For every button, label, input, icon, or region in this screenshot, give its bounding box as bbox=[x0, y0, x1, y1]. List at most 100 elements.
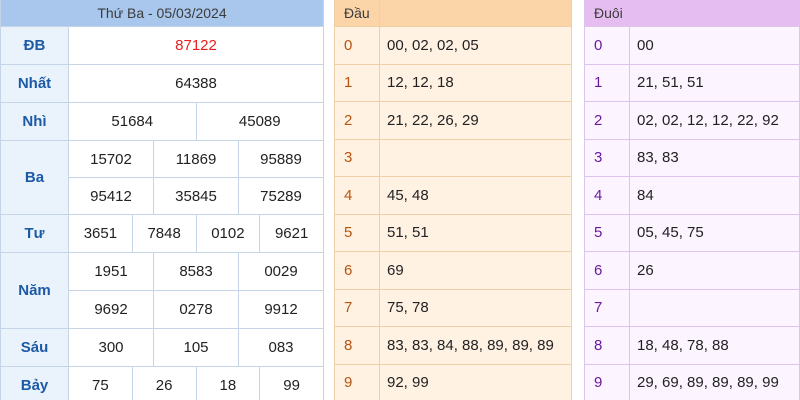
duoi-title: Đuôi bbox=[584, 0, 630, 27]
prize-value: 0278 bbox=[153, 290, 239, 329]
duoi-value: 18, 48, 78, 88 bbox=[629, 326, 800, 365]
dau-value: 21, 22, 26, 29 bbox=[379, 101, 572, 140]
prize-row-tu: Tư 3651 7848 0102 9621 bbox=[0, 214, 324, 253]
duoi-index: 5 bbox=[584, 213, 630, 252]
dau-row: 7 75, 78 bbox=[334, 288, 572, 327]
prize-value: 95412 bbox=[68, 177, 154, 215]
prize-value: 3651 bbox=[68, 214, 133, 253]
prize-label-sau: Sáu bbox=[0, 328, 69, 367]
prize-value: 083 bbox=[238, 328, 324, 367]
duoi-index: 8 bbox=[584, 326, 630, 365]
duoi-index: 9 bbox=[584, 363, 630, 400]
duoi-value: 84 bbox=[629, 176, 800, 215]
prize-value: 26 bbox=[131, 366, 197, 400]
duoi-index: 6 bbox=[584, 251, 630, 290]
prize-row-nhat: Nhất 64388 bbox=[0, 64, 324, 103]
prize-value: 18 bbox=[195, 366, 261, 400]
dau-index: 3 bbox=[334, 138, 380, 177]
prize-value: 99 bbox=[259, 366, 324, 400]
dau-value: 92, 99 bbox=[379, 363, 572, 400]
prize-value: 7848 bbox=[131, 214, 197, 253]
prize-value: 75289 bbox=[238, 177, 324, 215]
duoi-row: 5 05, 45, 75 bbox=[584, 213, 800, 252]
dau-index: 1 bbox=[334, 63, 380, 102]
duoi-value bbox=[629, 288, 800, 327]
prize-value: 0102 bbox=[195, 214, 261, 253]
prize-label-nhi: Nhì bbox=[0, 102, 69, 141]
duoi-index: 1 bbox=[584, 63, 630, 102]
dau-value: 45, 48 bbox=[379, 176, 572, 215]
duoi-header-blank bbox=[629, 0, 800, 27]
prize-label-tu: Tư bbox=[0, 214, 69, 253]
prize-row-bay: Bảy 75 26 18 99 bbox=[0, 366, 324, 400]
duoi-row: 9 29, 69, 89, 89, 89, 99 bbox=[584, 363, 800, 400]
prize-value: 51684 bbox=[68, 102, 197, 141]
prize-row-ba: Ba 15702 11869 95889 bbox=[0, 140, 324, 215]
prize-value: 300 bbox=[68, 328, 154, 367]
dau-title: Đầu bbox=[334, 0, 380, 27]
dau-row: 9 92, 99 bbox=[334, 363, 572, 400]
prize-label-db: ĐB bbox=[0, 26, 69, 65]
duoi-value: 05, 45, 75 bbox=[629, 213, 800, 252]
dau-row: 6 69 bbox=[334, 251, 572, 290]
prize-row-db: ĐB 87122 bbox=[0, 26, 324, 65]
dau-index: 2 bbox=[334, 101, 380, 140]
duoi-value: 00 bbox=[629, 26, 800, 65]
duoi-index: 3 bbox=[584, 138, 630, 177]
dau-table: Đầu 0 00, 02, 02, 05 1 12, 12, 18 2 21, 22,… bbox=[334, 0, 572, 400]
dau-value: 69 bbox=[379, 251, 572, 290]
duoi-index: 2 bbox=[584, 101, 630, 140]
prize-value: 87122 bbox=[68, 26, 324, 65]
prize-value: 9912 bbox=[238, 290, 324, 329]
duoi-row: 4 84 bbox=[584, 176, 800, 215]
prize-row-nhi: Nhì 51684 45089 bbox=[0, 102, 324, 141]
duoi-row: 7 bbox=[584, 288, 800, 327]
duoi-value: 29, 69, 89, 89, 89, 99 bbox=[629, 363, 800, 400]
dau-row: 3 bbox=[334, 138, 572, 177]
prize-value: 95889 bbox=[238, 140, 324, 178]
dau-index: 8 bbox=[334, 326, 380, 365]
duoi-index: 7 bbox=[584, 288, 630, 327]
prize-row-sau: Sáu 300 105 083 bbox=[0, 328, 324, 367]
prize-value: 45089 bbox=[195, 102, 324, 141]
dau-value: 51, 51 bbox=[379, 213, 572, 252]
dau-value bbox=[379, 138, 572, 177]
duoi-row: 6 26 bbox=[584, 251, 800, 290]
duoi-row: 8 18, 48, 78, 88 bbox=[584, 326, 800, 365]
duoi-row: 3 83, 83 bbox=[584, 138, 800, 177]
prize-value: 75 bbox=[68, 366, 133, 400]
prize-label-nhat: Nhất bbox=[0, 64, 69, 103]
results-title: Thứ Ba - 05/03/2024 bbox=[0, 0, 324, 27]
duoi-index: 0 bbox=[584, 26, 630, 65]
prize-label-ba: Ba bbox=[0, 140, 69, 215]
dau-value: 12, 12, 18 bbox=[379, 63, 572, 102]
dau-index: 9 bbox=[334, 363, 380, 400]
duoi-row: 0 00 bbox=[584, 26, 800, 65]
prize-value: 11869 bbox=[153, 140, 239, 178]
dau-index: 0 bbox=[334, 26, 380, 65]
prize-value: 9692 bbox=[68, 290, 154, 329]
dau-row: 2 21, 22, 26, 29 bbox=[334, 101, 572, 140]
duoi-row: 2 02, 02, 12, 12, 22, 92 bbox=[584, 101, 800, 140]
dau-index: 7 bbox=[334, 288, 380, 327]
prize-value: 105 bbox=[153, 328, 239, 367]
dau-index: 6 bbox=[334, 251, 380, 290]
prize-value: 0029 bbox=[238, 252, 324, 291]
prize-value: 1951 bbox=[68, 252, 154, 291]
duoi-index: 4 bbox=[584, 176, 630, 215]
dau-value: 00, 02, 02, 05 bbox=[379, 26, 572, 65]
prize-value: 35845 bbox=[153, 177, 239, 215]
prize-row-nam: Năm 1951 8583 0029 bbox=[0, 252, 324, 329]
dau-index: 4 bbox=[334, 176, 380, 215]
prize-label-bay: Bảy bbox=[0, 366, 69, 400]
prize-label-nam: Năm bbox=[0, 252, 69, 329]
duoi-value: 21, 51, 51 bbox=[629, 63, 800, 102]
dau-row: 1 12, 12, 18 bbox=[334, 63, 572, 102]
duoi-table: Đuôi 0 00 1 21, 51, 51 2 02, 02, 12, 12, 22… bbox=[584, 0, 800, 400]
duoi-value: 26 bbox=[629, 251, 800, 290]
dau-row: 5 51, 51 bbox=[334, 213, 572, 252]
duoi-value: 83, 83 bbox=[629, 138, 800, 177]
prize-value: 15702 bbox=[68, 140, 154, 178]
results-table: Thứ Ba - 05/03/2024 ĐB 87122 Nhất 64388 … bbox=[0, 0, 324, 400]
dau-index: 5 bbox=[334, 213, 380, 252]
